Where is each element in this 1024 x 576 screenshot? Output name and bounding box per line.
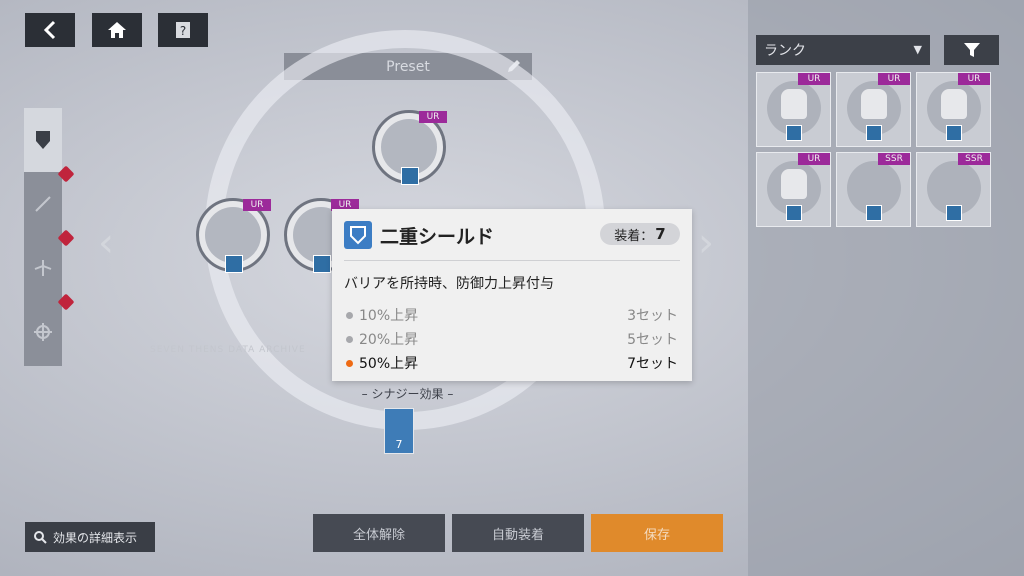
inventory-card[interactable]: UR — [916, 72, 991, 147]
shield-icon — [861, 89, 887, 119]
popup-description: バリアを所持時、防御力上昇付与 — [344, 276, 554, 292]
inventory-card[interactable]: SSR — [836, 152, 911, 227]
equip-count: 7 — [655, 225, 666, 243]
tier-sets: 5セット — [627, 332, 678, 348]
tab-crosshair[interactable] — [24, 300, 62, 364]
rank-badge: UR — [419, 111, 447, 123]
home-button[interactable] — [92, 13, 142, 47]
shield-icon — [344, 221, 372, 249]
equipment-slot-top[interactable]: UR — [372, 110, 447, 185]
shield-icon — [36, 131, 50, 149]
release-all-button[interactable]: 全体解除 — [313, 514, 445, 552]
shield-icon — [781, 89, 807, 119]
caret-down-icon: ▼ — [913, 43, 922, 56]
inventory-card[interactable]: SSR — [916, 152, 991, 227]
divider — [344, 260, 680, 261]
tier-row-active: 50%上昇 7セット — [346, 353, 678, 373]
tier-effect: 20%上昇 — [359, 332, 419, 348]
rank-badge: UR — [798, 153, 830, 165]
equip-count-badge: 装着： 7 — [600, 223, 680, 245]
plane-icon — [34, 260, 52, 276]
crosshair-icon — [34, 323, 52, 341]
type-icon — [866, 125, 882, 141]
tab-sword[interactable] — [24, 172, 75, 247]
synergy-count: 7 — [395, 438, 403, 451]
tab-shield[interactable] — [24, 108, 75, 183]
rank-badge: UR — [243, 199, 271, 211]
rank-badge: UR — [958, 73, 990, 85]
tab-plane[interactable] — [24, 236, 75, 311]
tier-sets: 3セット — [627, 308, 678, 324]
type-icon — [946, 205, 962, 221]
tier-row: 20%上昇 5セット — [346, 329, 678, 349]
type-icon — [946, 125, 962, 141]
help-button[interactable]: ? — [158, 13, 208, 47]
shield-icon — [781, 169, 807, 199]
sort-select[interactable]: ランク ▼ — [756, 35, 930, 65]
category-tabs — [24, 108, 75, 366]
type-icon — [225, 255, 243, 273]
type-icon — [313, 255, 331, 273]
tier-row: 10%上昇 3セット — [346, 305, 678, 325]
equip-label: 装着： — [614, 228, 654, 244]
popup-title: 二重シールド — [380, 225, 495, 248]
shield-icon — [941, 89, 967, 119]
effect-detail-button[interactable]: 効果の詳細表示 — [25, 522, 155, 552]
tier-dot — [346, 335, 353, 343]
inventory-card[interactable]: UR — [756, 72, 831, 147]
help-icon: ? — [176, 22, 190, 38]
search-icon — [34, 531, 47, 544]
home-icon — [108, 22, 126, 38]
svg-text:?: ? — [180, 24, 186, 38]
rank-badge: UR — [878, 73, 910, 85]
tier-dot — [346, 311, 353, 319]
equipment-slot-left[interactable]: UR — [196, 198, 271, 273]
rank-badge: SSR — [958, 153, 990, 165]
next-arrow[interactable]: › — [698, 220, 714, 266]
rank-badge: SSR — [878, 153, 910, 165]
type-icon — [786, 205, 802, 221]
tier-dot — [346, 359, 353, 367]
back-button[interactable] — [25, 13, 75, 47]
prev-arrow[interactable]: ‹ — [98, 220, 114, 266]
tier-sets: 7セット — [627, 356, 678, 372]
synergy-card[interactable]: 7 — [384, 408, 414, 454]
tier-effect: 10%上昇 — [359, 308, 419, 324]
synergy-popup: 二重シールド 装着： 7 バリアを所持時、防御力上昇付与 10%上昇 3セット … — [332, 209, 692, 381]
inventory-card[interactable]: UR — [836, 72, 911, 147]
sword-icon — [35, 196, 51, 212]
save-button[interactable]: 保存 — [591, 514, 723, 552]
filter-button[interactable] — [944, 35, 999, 65]
popup-header: 二重シールド — [344, 221, 494, 249]
filter-icon — [963, 43, 980, 57]
rank-badge: UR — [798, 73, 830, 85]
type-icon — [866, 205, 882, 221]
inventory-card[interactable]: UR — [756, 152, 831, 227]
tier-effect: 50%上昇 — [359, 356, 419, 372]
chevron-left-icon — [43, 20, 56, 40]
watermark-text: SEVEN THENS DATA ARCHIVE — [150, 345, 306, 355]
type-icon — [786, 125, 802, 141]
auto-equip-button[interactable]: 自動装着 — [452, 514, 584, 552]
sort-select-label: ランク — [764, 43, 806, 59]
effect-detail-label: 効果の詳細表示 — [53, 530, 138, 545]
type-icon — [401, 167, 419, 185]
synergy-label: – シナジー効果 – — [361, 387, 454, 401]
